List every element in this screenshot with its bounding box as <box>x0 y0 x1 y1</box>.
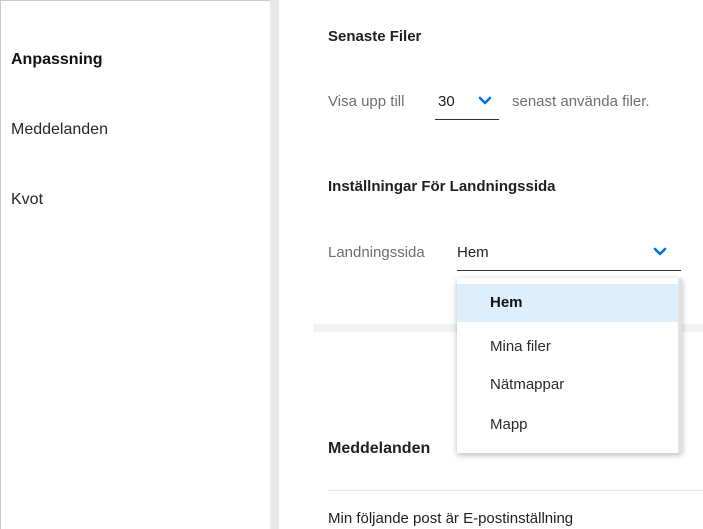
option-label: Nätmappar <box>490 376 565 393</box>
recent-files-count-value: 30 <box>438 93 455 110</box>
option-label: Mapp <box>490 416 528 433</box>
landing-page-value: Hem <box>457 244 489 261</box>
settings-content: Senaste Filer Visa upp till 30 senast an… <box>279 0 703 529</box>
landing-page-label: Landningssida <box>328 244 425 261</box>
dropdown-option-mina-filer[interactable]: Mina filer <box>457 328 678 366</box>
sidebar-item-meddelanden[interactable]: Meddelanden <box>11 121 108 139</box>
recent-files-suffix: senast använda filer. <box>512 93 650 110</box>
chevron-down-icon <box>478 96 492 105</box>
option-label: Hem <box>490 294 523 311</box>
pane-divider[interactable] <box>270 0 279 529</box>
dropdown-option-natmappar[interactable]: Nätmappar <box>457 366 678 404</box>
dropdown-scrollbar[interactable] <box>678 278 682 453</box>
notifications-divider <box>328 490 703 491</box>
recent-files-prefix: Visa upp till <box>328 93 405 110</box>
landing-page-select[interactable]: Hem <box>457 238 681 271</box>
option-label: Mina filer <box>490 338 551 355</box>
dropdown-option-hem[interactable]: Hem <box>457 284 678 322</box>
landing-settings-heading: Inställningar För Landningssida <box>328 178 556 195</box>
sidebar-item-anpassning[interactable]: Anpassning <box>11 51 103 69</box>
settings-sidebar: Anpassning Meddelanden Kvot <box>1 1 269 529</box>
notifications-heading: Meddelanden <box>328 440 431 457</box>
sidebar-item-kvot[interactable]: Kvot <box>11 191 43 209</box>
landing-page-dropdown: Hem Mina filer Nätmappar Mapp <box>457 278 682 453</box>
recent-files-heading: Senaste Filer <box>328 28 422 45</box>
notifications-first-line: Min följande post är E-postinställning <box>328 510 574 527</box>
chevron-down-icon <box>653 247 667 256</box>
dropdown-option-mapp[interactable]: Mapp <box>457 406 678 444</box>
recent-files-count-select[interactable]: 30 <box>435 91 499 120</box>
